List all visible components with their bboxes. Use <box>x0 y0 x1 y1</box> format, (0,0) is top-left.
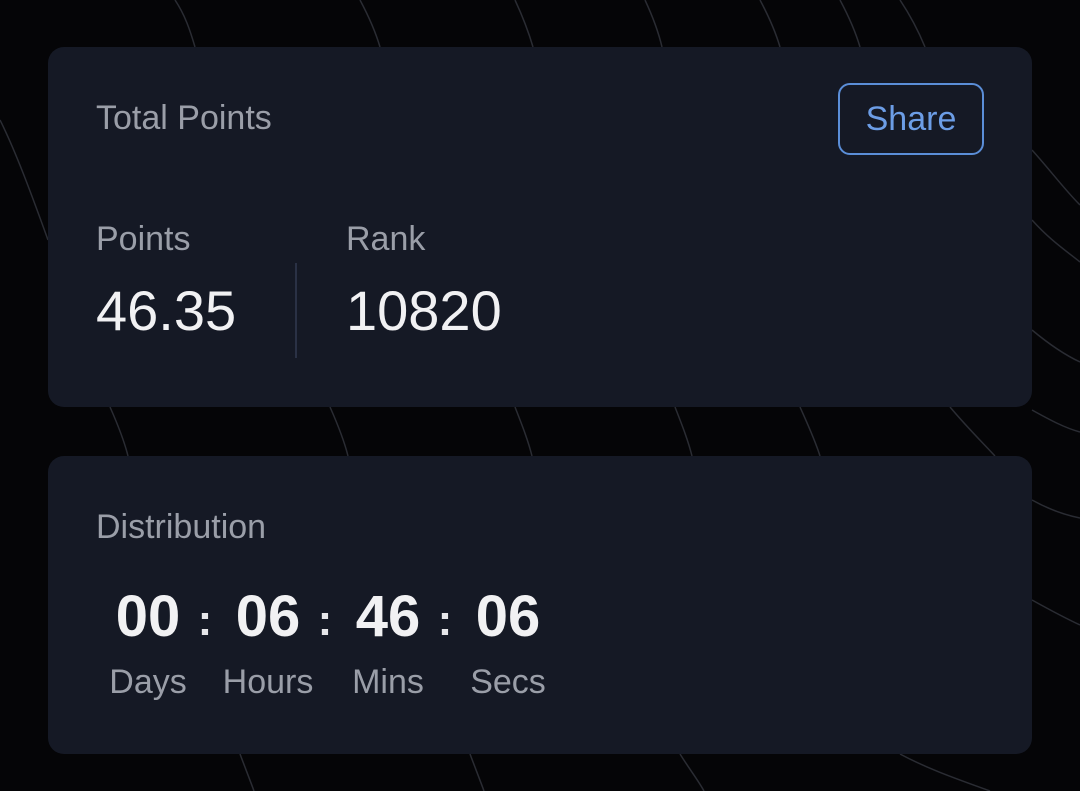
countdown-separator: : <box>197 596 213 645</box>
secs-label: Secs <box>470 663 546 701</box>
hours-value: 06 <box>235 584 301 649</box>
countdown-mins: 46 Mins <box>338 584 438 702</box>
countdown-secs: 06 Secs <box>458 584 558 702</box>
points-value: 46.35 <box>96 279 237 342</box>
share-button[interactable]: Share <box>838 83 984 155</box>
rank-label: Rank <box>346 220 426 258</box>
total-points-title: Total Points <box>96 99 272 137</box>
distribution-title: Distribution <box>96 508 267 546</box>
countdown-separator: : <box>437 596 453 645</box>
hours-label: Hours <box>222 663 314 701</box>
total-points-card: Total Points Share Points 46.35 Rank 108… <box>48 47 1032 407</box>
points-stat: Points 46.35 <box>96 219 236 343</box>
countdown-days: 00 Days <box>98 584 198 702</box>
points-label: Points <box>96 220 191 258</box>
countdown-hours: 06 Hours <box>218 584 318 702</box>
mins-label: Mins <box>352 663 424 701</box>
days-label: Days <box>109 663 187 701</box>
stat-divider <box>295 263 297 358</box>
days-value: 00 <box>115 584 181 649</box>
distribution-card: Distribution 00 Days : 06 Hours : 46 Min… <box>48 456 1032 754</box>
mins-value: 46 <box>355 584 421 649</box>
countdown-separator: : <box>317 596 333 645</box>
rank-stat: Rank 10820 <box>346 219 502 343</box>
rank-value: 10820 <box>346 279 502 342</box>
secs-value: 06 <box>475 584 541 649</box>
